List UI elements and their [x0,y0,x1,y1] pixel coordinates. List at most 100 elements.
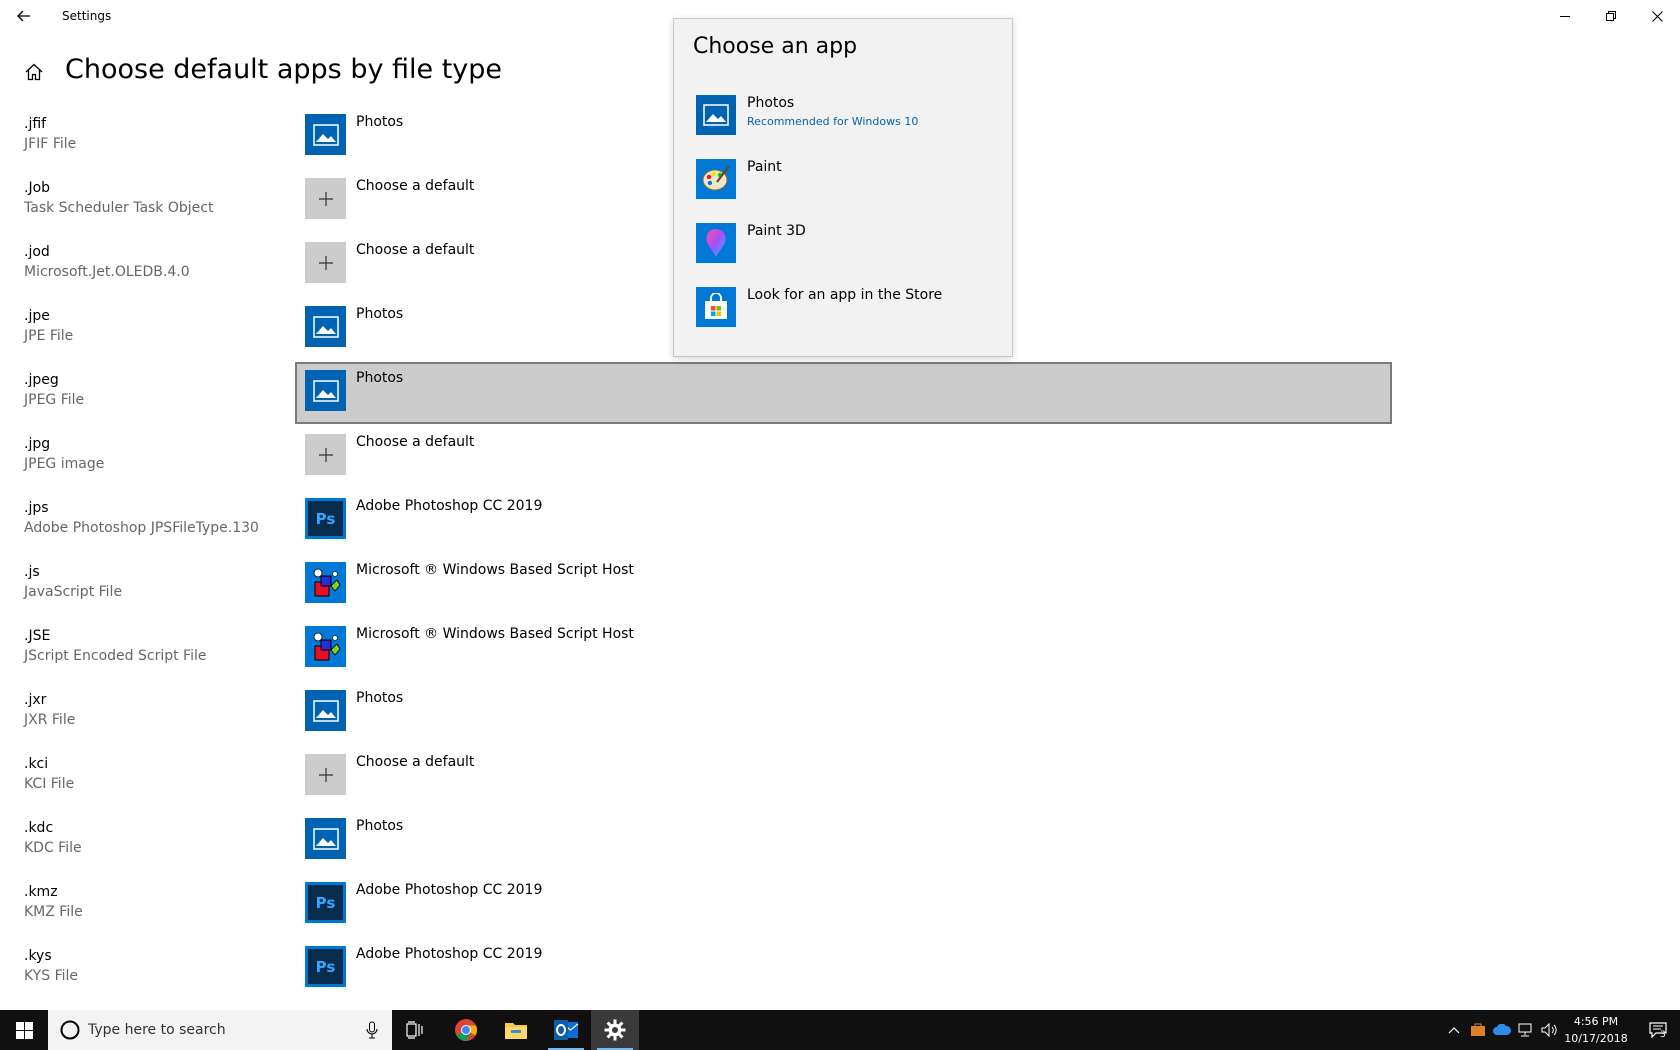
chrome-icon [455,1019,477,1041]
extension-label: .jod [24,244,50,260]
taskbar-outlook[interactable] [542,1010,590,1050]
file-type-description: JXR File [24,712,76,728]
file-type-description: JFIF File [24,136,77,152]
default-app-button[interactable]: Photos [295,682,1392,744]
default-app-button[interactable]: Ps Adobe Photoshop CC 2019 [295,874,1392,936]
default-app-button[interactable]: Photos [295,810,1392,872]
flyout-item-paint[interactable]: Paint [674,156,1012,216]
flyout-item-name: Paint [747,159,782,175]
taskbar-search-box[interactable] [48,1010,392,1050]
plus-icon [305,434,346,475]
taskbar: 4:56 PM 10/17/2018 3 [0,1010,1680,1050]
file-type-description: KDC File [24,840,82,856]
network-icon [1518,1023,1532,1037]
onedrive-button[interactable] [1491,1020,1513,1040]
close-button[interactable] [1634,0,1680,32]
window-title: Settings [62,9,112,23]
extension-label: .jpe [24,308,50,324]
task-view-button[interactable] [392,1010,440,1050]
start-button[interactable] [0,1010,48,1050]
file-type-description: JPEG image [24,456,105,472]
photos-icon [305,306,346,347]
extension-label: .jps [24,500,49,516]
flyout-item-paint-3d[interactable]: Paint 3D [674,220,1012,280]
home-button[interactable] [22,60,46,84]
recommended-label: Recommended for Windows 10 [747,115,919,128]
taskbar-clock[interactable]: 4:56 PM 10/17/2018 [1560,1013,1632,1047]
file-explorer-icon [505,1023,527,1039]
speaker-icon [1541,1023,1557,1037]
photoshop-icon: Ps [305,946,346,987]
search-input[interactable] [88,1018,348,1042]
photos-icon [696,95,736,135]
extension-label: .kys [24,948,52,964]
file-type-description: Task Scheduler Task Object [24,200,214,216]
app-name: Microsoft ® Windows Based Script Host [356,626,634,642]
app-name: Photos [356,818,404,834]
file-type-description: JPEG File [24,392,85,408]
default-app-button[interactable]: Microsoft ® Windows Based Script Host [295,554,1392,616]
extension-label: .js [24,564,40,580]
minimize-icon [1560,16,1570,17]
default-app-button-selected[interactable]: Photos [295,362,1392,424]
clock-time: 4:56 PM [1573,1015,1619,1028]
back-arrow-icon [17,10,30,22]
app-name: Photos [356,370,404,386]
app-name: Photos [356,690,404,706]
show-hidden-icons-button[interactable] [1443,1020,1465,1040]
plus-icon [305,754,346,795]
file-type-description: JavaScript File [24,584,123,600]
file-type-description: KCI File [24,776,75,792]
flyout-item-store[interactable]: Look for an app in the Store [674,284,1012,344]
extension-label: .JSE [24,628,51,644]
paint-3d-icon [696,223,736,263]
action-center-button[interactable]: 3 [1636,1010,1680,1050]
flyout-item-name: Look for an app in the Store [747,287,943,303]
onedrive-cloud-icon [1493,1024,1512,1035]
network-button[interactable] [1515,1020,1537,1040]
app-name: Choose a default [356,434,475,450]
app-name: Choose a default [356,178,475,194]
default-app-button[interactable]: Choose a default [295,746,1392,808]
extension-label: .Job [24,180,51,196]
file-type-row: .kys KYS File Ps Adobe Photoshop CC 2019 [0,946,1400,1012]
minimize-button[interactable] [1542,0,1588,32]
script-host-icon [305,562,346,603]
default-app-button[interactable]: Choose a default [295,426,1392,488]
task-view-icon [406,1021,423,1039]
restore-button[interactable] [1588,0,1634,32]
restore-icon [1606,11,1616,21]
photoshop-icon: Ps [305,882,346,923]
extension-label: .jfif [24,116,47,132]
app-name: Photos [356,306,404,322]
back-button[interactable] [8,2,40,30]
extension-label: .jpg [24,436,51,452]
file-type-description: JScript Encoded Script File [24,648,207,664]
flyout-title: Choose an app [693,34,858,59]
app-name: Adobe Photoshop CC 2019 [356,498,543,514]
taskbar-chrome[interactable] [442,1010,490,1050]
default-app-button[interactable]: Microsoft ® Windows Based Script Host [295,618,1392,680]
outlook-icon [554,1020,579,1040]
photos-icon [305,818,346,859]
microphone-icon[interactable] [360,1018,384,1042]
photos-icon [305,114,346,155]
default-app-button[interactable]: Ps Adobe Photoshop CC 2019 [295,490,1392,552]
taskbar-settings[interactable] [591,1010,639,1050]
taskbar-file-explorer[interactable] [492,1010,540,1050]
home-icon [25,63,43,81]
extension-label: .kdc [24,820,54,836]
app-name: Photos [356,114,404,130]
tray-app-button[interactable] [1467,1020,1489,1040]
notification-count: 3 [1660,1030,1666,1040]
extension-label: .jpeg [24,372,59,388]
default-app-button[interactable]: Ps Adobe Photoshop CC 2019 [295,938,1392,1000]
windows-logo-icon [15,1021,33,1039]
close-icon [1651,10,1663,22]
briefcase-icon [1471,1023,1485,1036]
flyout-item-photos[interactable]: Photos Recommended for Windows 10 [674,92,1012,152]
paint-icon [696,159,736,199]
volume-button[interactable] [1539,1020,1561,1040]
clock-date: 10/17/2018 [1564,1032,1628,1045]
extension-label: .jxr [24,692,47,708]
